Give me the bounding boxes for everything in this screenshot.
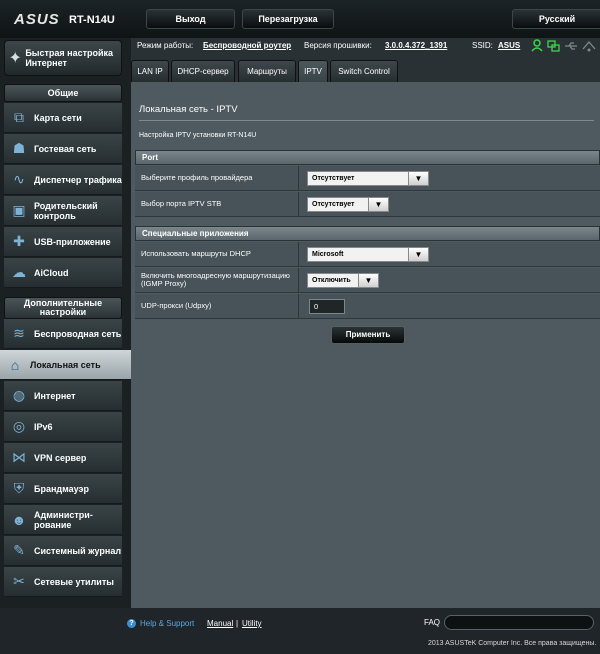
ssid-label: SSID: [472, 41, 493, 50]
guest-network-icon: ☗ [12, 140, 26, 156]
sidebar-item-ipv6[interactable]: ◎ IPv6 [4, 412, 122, 442]
cloud-icon: ☁ [12, 264, 26, 280]
tools-icon: ✂ [13, 573, 25, 589]
igmp-proxy-select[interactable]: Отключить ▼ [307, 273, 379, 288]
status-bar: Режим работы: Беспроводной роутер Версия… [131, 38, 600, 58]
sidebar-item-wireless[interactable]: ≋ Беспроводная сеть [4, 319, 122, 349]
status-icons [531, 39, 596, 52]
mode-label: Режим работы: [137, 41, 194, 50]
chevron-down-icon: ▼ [408, 248, 428, 261]
tab-lan-ip[interactable]: LAN IP [131, 60, 169, 82]
provider-profile-label: Выберите профиль провайдера [135, 166, 299, 190]
advanced-header: Дополнительные настройки [4, 297, 122, 319]
ssid-link[interactable]: ASUS [498, 41, 520, 50]
tab-iptv[interactable]: IPTV [298, 60, 328, 82]
table-row: Использовать маршруты DHCP Microsoft ▼ [135, 242, 600, 267]
sidebar-item-internet[interactable]: ◍ Интернет [4, 381, 122, 411]
footer: ? Help & Support Manual | Utility FAQ 20… [0, 608, 600, 654]
udp-proxy-label: UDP-прокси (Udpxy) [135, 294, 299, 318]
sidebar-item-administration[interactable]: ☻ Администри-рование [4, 505, 122, 535]
apply-button[interactable]: Применить [331, 326, 405, 344]
dhcp-routes-label: Использовать маршруты DHCP [135, 242, 299, 266]
sidebar-item-network-tools[interactable]: ✂ Сетевые утилиты [4, 567, 122, 597]
faq-search-input[interactable] [444, 615, 594, 630]
table-row: Включить многоадресную маршрутизацию (IG… [135, 268, 600, 293]
lock-icon: ▣ [12, 202, 26, 218]
globe-icon: ◍ [12, 387, 26, 403]
tab-dhcp-server[interactable]: DHCP-сервер [171, 60, 235, 82]
sidebar-item-firewall[interactable]: ⛨ Брандмауэр [4, 474, 122, 504]
general-header: Общие [4, 84, 122, 102]
iptv-port-label: Выбор порта IPTV STB [135, 192, 299, 216]
shield-icon: ⛨ [13, 480, 25, 496]
asus-logo: ASUS [14, 11, 60, 28]
title-divider [139, 120, 594, 121]
sidebar-item-system-log[interactable]: ✎ Системный журнал [4, 536, 122, 566]
quick-setup-label: Быстрая настройка Интернет [25, 48, 114, 68]
language-select[interactable]: Русский [512, 9, 600, 29]
wand-icon: ✦ [8, 50, 22, 67]
faq-label: FAQ [424, 618, 441, 627]
wireless-status-icon[interactable] [582, 41, 596, 52]
page-description: Настройка IPTV установки RT-N14U [139, 132, 257, 139]
firmware-link[interactable]: 3.0.0.4.372_1391 [385, 41, 447, 50]
copyright: 2013 ASUSTeK Computer Inc. Все права защ… [428, 640, 597, 647]
sidebar-item-network-map[interactable]: ⧉ Карта сети [4, 103, 122, 133]
sidebar-item-traffic-manager[interactable]: ∿ Диспетчер трафика [4, 165, 122, 195]
tab-switch-control[interactable]: Switch Control [330, 60, 398, 82]
log-icon: ✎ [13, 542, 25, 558]
help-icon: ? [127, 619, 136, 628]
quick-setup-button[interactable]: ✦ Быстрая настройка Интернет [4, 40, 122, 76]
sidebar-item-vpn[interactable]: ⋈ VPN сервер [4, 443, 122, 473]
main-panel: Локальная сеть - IPTV Настройка IPTV уст… [131, 82, 600, 608]
traffic-manager-icon: ∿ [13, 171, 25, 187]
client-status-icon[interactable] [531, 39, 543, 52]
page-title: Локальная сеть - IPTV [139, 104, 238, 115]
table-row: UDP-прокси (Udpxy) 0 [135, 294, 600, 319]
table-row: Выберите профиль провайдера Отсутствует ▼ [135, 166, 600, 191]
wifi-icon: ≋ [13, 325, 25, 341]
puzzle-icon: ✚ [13, 233, 25, 249]
vpn-icon: ⋈ [12, 449, 26, 465]
sidebar-item-aicloud[interactable]: ☁ AiCloud [4, 258, 122, 288]
admin-icon: ☻ [11, 511, 27, 528]
footer-separator: | [236, 619, 239, 628]
manual-link[interactable]: Manual [207, 619, 233, 628]
reboot-button[interactable]: Перезагрузка [242, 9, 334, 29]
dhcp-routes-select[interactable]: Microsoft ▼ [307, 247, 429, 262]
tab-routes[interactable]: Маршруты [238, 60, 296, 82]
chevron-down-icon: ▼ [408, 172, 428, 185]
firmware-label: Версия прошивки: [304, 41, 372, 50]
network-map-icon: ⧉ [14, 109, 24, 125]
network-status-icon[interactable] [547, 40, 560, 52]
iptv-port-select[interactable]: Отсутствует ▼ [307, 197, 389, 212]
special-apps-section-header: Специальные приложения [135, 226, 600, 241]
logout-button[interactable]: Выход [146, 9, 235, 29]
top-bar: ASUS RT-N14U Выход Перезагрузка Русский [0, 0, 600, 38]
table-row: Выбор порта IPTV STB Отсутствует ▼ [135, 192, 600, 217]
router-model: RT-N14U [69, 14, 115, 26]
utility-link[interactable]: Utility [242, 619, 262, 628]
igmp-proxy-label: Включить многоадресную маршрутизацию (IG… [135, 268, 299, 292]
sidebar-item-usb-app[interactable]: ✚ USB-приложение [4, 227, 122, 257]
chevron-down-icon: ▼ [368, 198, 388, 211]
sidebar-item-lan[interactable]: ⌂ Локальная сеть [0, 350, 139, 380]
sidebar-item-guest-network[interactable]: ☗ Гостевая сеть [4, 134, 122, 164]
port-section-header: Port [135, 150, 600, 165]
sidebar-item-parental-control[interactable]: ▣ Родительский контроль [4, 196, 122, 226]
ipv6-icon: ◎ [12, 418, 26, 434]
chevron-down-icon: ▼ [358, 274, 378, 287]
language-label: Русский [538, 14, 576, 24]
usb-status-icon[interactable] [565, 42, 577, 50]
udp-proxy-input[interactable]: 0 [309, 299, 345, 314]
mode-link[interactable]: Беспроводной роутер [203, 41, 291, 50]
help-support-link[interactable]: Help & Support [140, 619, 194, 628]
provider-profile-select[interactable]: Отсутствует ▼ [307, 171, 429, 186]
home-icon: ⌂ [10, 356, 20, 373]
